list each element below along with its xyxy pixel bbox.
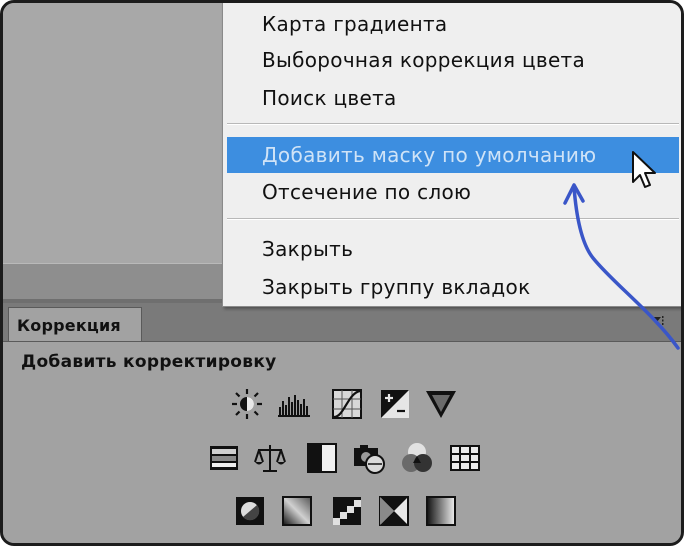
channel-mixer-icon[interactable] [400,441,434,475]
panel-heading: Добавить корректировку [21,352,277,372]
exposure-icon[interactable] [378,387,412,421]
black-white-icon[interactable] [305,441,339,475]
curves-icon[interactable] [330,387,364,421]
photo-filter-icon[interactable] [352,441,386,475]
menu-item-gradient-map[interactable]: Карта градиента [227,6,679,42]
menu-item-add-mask-by-default[interactable]: Добавить маску по умолчанию [227,137,679,173]
menu-separator [227,123,679,125]
hue-saturation-icon[interactable] [207,441,241,475]
mouse-cursor-icon [630,150,660,192]
menu-item-clip-to-layer[interactable]: Отсечение по слою [227,174,679,210]
selective-color-icon[interactable] [377,494,411,528]
panel-menu-icon[interactable] [649,313,667,327]
menu-separator [227,218,679,220]
adjustments-panel: Добавить корректировку [3,342,681,543]
menu-item-close[interactable]: Закрыть [227,231,679,267]
color-lookup-icon[interactable] [448,441,482,475]
posterize-icon[interactable] [280,494,314,528]
app-frame: Коррекция Добавить корректировку Карта г… [0,0,684,546]
menu-item-selective-color[interactable]: Выборочная коррекция цвета [227,42,679,78]
panel-context-menu: Карта градиента Выборочная коррекция цве… [222,3,681,307]
invert-icon[interactable] [233,494,267,528]
panel-tab-bar: Коррекция [3,303,681,342]
menu-item-color-lookup[interactable]: Поиск цвета [227,80,679,116]
levels-icon[interactable] [277,387,311,421]
brightness-contrast-icon[interactable] [230,387,264,421]
color-balance-icon[interactable] [253,441,287,475]
tab-adjustments[interactable]: Коррекция [8,307,142,341]
gradient-map-icon[interactable] [424,494,458,528]
vibrance-icon[interactable] [424,387,458,421]
menu-item-close-tab-group[interactable]: Закрыть группу вкладок [227,269,679,305]
threshold-icon[interactable] [330,494,364,528]
